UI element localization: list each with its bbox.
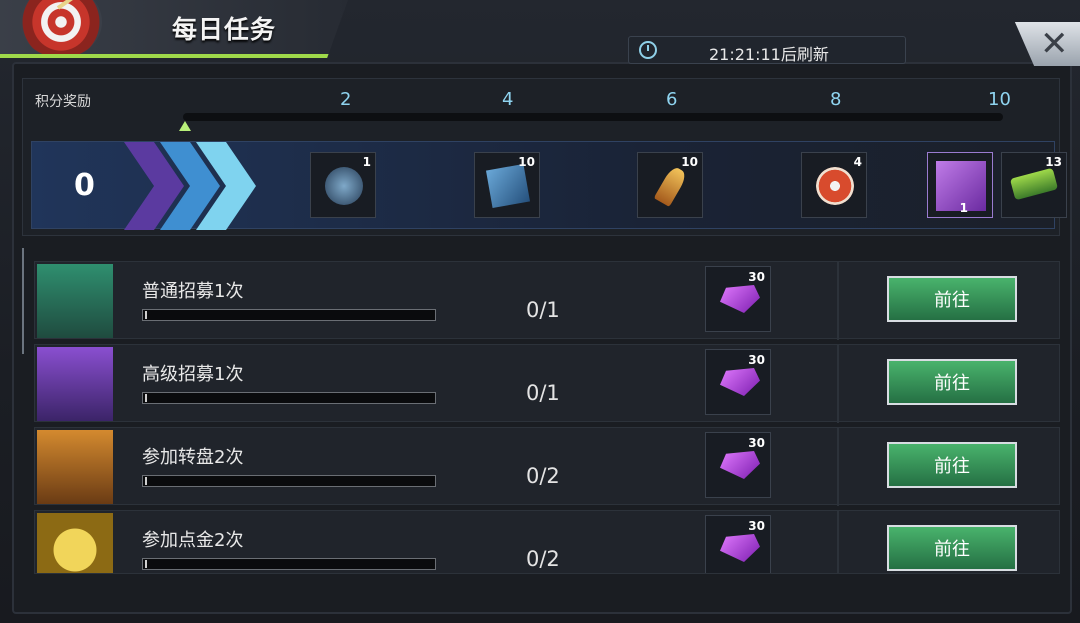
go-button[interactable]: 前往 bbox=[887, 359, 1017, 405]
task-row: 参加点金2次 0/2 30 前往 bbox=[34, 510, 1060, 574]
points-reward-label: 积分奖励 bbox=[35, 94, 91, 110]
task-name: 高级招募1次 bbox=[142, 364, 244, 385]
task-row: 高级招募1次 0/1 30 前往 bbox=[34, 344, 1060, 423]
row-divider bbox=[837, 345, 839, 423]
reward-item[interactable]: 1 bbox=[927, 152, 993, 218]
current-score: 0 bbox=[74, 168, 95, 203]
points-reward-panel: 积分奖励 2 4 6 8 10 0 1 10 10 4 1 13 bbox=[22, 78, 1067, 236]
reward-item[interactable]: 4 bbox=[801, 152, 867, 218]
reward-count: 13 bbox=[1045, 155, 1062, 169]
task-progress-text: 0/2 bbox=[526, 547, 560, 571]
reward-count: 10 bbox=[681, 155, 698, 169]
gun-icon bbox=[1009, 167, 1059, 201]
task-progress-text: 0/2 bbox=[526, 464, 560, 488]
row-divider bbox=[837, 262, 839, 340]
title-plate: 每日任务 bbox=[0, 0, 348, 58]
refresh-timer-text: 21:21:11后刷新 bbox=[709, 45, 829, 64]
reward-count: 1 bbox=[362, 155, 371, 169]
reward-item[interactable]: 13 bbox=[1001, 152, 1067, 218]
gem-icon bbox=[720, 368, 760, 396]
task-progress-bar bbox=[142, 309, 436, 321]
progress-tick: 2 bbox=[340, 89, 352, 110]
reward-item[interactable]: 10 bbox=[474, 152, 540, 218]
points-progress-bar bbox=[183, 113, 1003, 121]
task-name: 普通招募1次 bbox=[142, 281, 244, 302]
progress-tick: 10 bbox=[988, 89, 1011, 110]
reward-count: 30 bbox=[748, 436, 765, 450]
gold-diamond-icon bbox=[37, 513, 113, 573]
slot-777-icon bbox=[37, 430, 113, 504]
scrollbar[interactable] bbox=[22, 248, 24, 354]
reward-count: 10 bbox=[518, 155, 535, 169]
gem-icon bbox=[720, 285, 760, 313]
gem-icon bbox=[720, 451, 760, 479]
chip-icon bbox=[816, 167, 854, 205]
task-name: 参加转盘2次 bbox=[142, 447, 244, 468]
recruit-normal-icon bbox=[37, 264, 113, 338]
reward-count: 30 bbox=[748, 519, 765, 533]
task-row: 参加转盘2次 0/2 30 前往 bbox=[34, 427, 1060, 506]
task-name: 参加点金2次 bbox=[142, 530, 244, 551]
recruit-advanced-icon bbox=[37, 347, 113, 421]
reward-count: 4 bbox=[853, 155, 862, 169]
task-reward[interactable]: 30 bbox=[705, 266, 771, 332]
score-panel: 0 1 10 10 4 1 13 bbox=[31, 141, 1067, 230]
go-button[interactable]: 前往 bbox=[887, 525, 1017, 571]
page-title: 每日任务 bbox=[172, 15, 277, 44]
clock-icon bbox=[639, 41, 657, 59]
task-progress-text: 0/1 bbox=[526, 381, 560, 405]
reward-item[interactable]: 1 bbox=[310, 152, 376, 218]
row-divider bbox=[837, 428, 839, 506]
reward-count: 30 bbox=[748, 270, 765, 284]
target-icon bbox=[20, 0, 102, 58]
task-progress-bar bbox=[142, 392, 436, 404]
progress-marker-icon bbox=[179, 121, 191, 131]
task-progress-text: 0/1 bbox=[526, 298, 560, 322]
task-progress-bar bbox=[142, 558, 436, 570]
progress-tick: 4 bbox=[502, 89, 514, 110]
reward-count: 30 bbox=[748, 353, 765, 367]
task-reward[interactable]: 30 bbox=[705, 349, 771, 415]
close-icon: ✕ bbox=[1040, 24, 1069, 64]
refresh-timer: 21:21:11后刷新 bbox=[628, 36, 906, 64]
task-row: 普通招募1次 0/1 30 前往 bbox=[34, 261, 1060, 340]
reward-item[interactable]: 10 bbox=[637, 152, 703, 218]
go-button[interactable]: 前往 bbox=[887, 276, 1017, 322]
progress-tick: 8 bbox=[830, 89, 842, 110]
progress-tick: 6 bbox=[666, 89, 678, 110]
task-progress-bar bbox=[142, 475, 436, 487]
gem-icon bbox=[720, 534, 760, 562]
ticket-icon bbox=[485, 163, 531, 209]
coin-icon bbox=[325, 167, 363, 205]
reward-count: 1 bbox=[959, 201, 968, 215]
go-button[interactable]: 前往 bbox=[887, 442, 1017, 488]
task-reward[interactable]: 30 bbox=[705, 432, 771, 498]
task-reward[interactable]: 30 bbox=[705, 515, 771, 573]
row-divider bbox=[837, 511, 839, 573]
bullet-icon bbox=[653, 165, 689, 207]
